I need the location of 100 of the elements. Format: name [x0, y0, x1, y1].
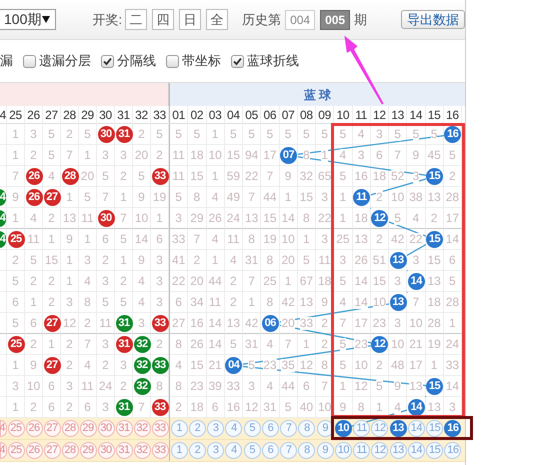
table-cell: 6 [175, 296, 182, 308]
checkbox-box[interactable] [101, 54, 114, 68]
checkbox[interactable]: 带坐标 [166, 51, 221, 71]
table-cell: 6 [376, 148, 383, 162]
table-cell: 3 [138, 316, 145, 330]
table-cell: 1 [84, 148, 91, 162]
table-cell: 13 [427, 400, 441, 414]
table-cell: 8 [248, 232, 255, 246]
column-header: 14 [407, 106, 426, 124]
table-cell: 6 [156, 232, 163, 246]
table-cell: 2 [376, 232, 383, 246]
table-cell: 18 [318, 274, 332, 288]
table-cell: 3 [120, 148, 127, 162]
table-cell: 1 [340, 380, 346, 392]
table-cell: 4 [212, 232, 218, 246]
table-cell: 9 [30, 358, 37, 372]
table-cell: 1 [212, 128, 218, 140]
day-button[interactable]: 日 [179, 9, 202, 30]
table-cell: 3 [358, 148, 364, 162]
table-cell: 2 [48, 296, 55, 308]
table-cell: 24 [98, 380, 112, 392]
table-cell: 1 [12, 128, 19, 140]
table-cell: 2 [120, 170, 127, 182]
table-cell: 7 [412, 296, 420, 308]
table-cell: 2 [30, 274, 37, 288]
table-cell: 1 [376, 400, 383, 414]
table-cell: 2 [12, 254, 19, 266]
table-cell: 3 [412, 254, 420, 266]
checkbox[interactable]: 蓝球折线 [231, 51, 299, 71]
day-button[interactable]: 全 [206, 9, 228, 30]
option-label: 漏 [0, 52, 13, 70]
table-cell: 13 [62, 212, 76, 224]
table-cell: 2 [175, 400, 182, 414]
table-cell: 8 [266, 254, 274, 266]
table-cell: 39 [208, 380, 222, 392]
table-cell: 32 [300, 170, 314, 182]
table-cell: 14 [354, 274, 368, 288]
table-cell: 14 [446, 232, 460, 246]
table-cell: 52 [390, 170, 404, 182]
table-cell: 7 [84, 338, 91, 350]
table-cell: 1 [66, 274, 73, 288]
table-cell: 5 [84, 190, 91, 204]
export-button[interactable]: 导出数据 [401, 10, 465, 29]
day-button[interactable]: 四 [152, 9, 174, 30]
period-dropdown[interactable]: 100期 [0, 9, 56, 30]
table-cell: 17 [263, 148, 277, 162]
period-button[interactable]: 004 [285, 10, 316, 30]
table-cell: 19 [263, 232, 277, 246]
table-cell: 13 [409, 380, 423, 392]
table-cell: 2 [66, 128, 73, 140]
table-cell: 2 [84, 316, 91, 330]
table-cell: 3 [394, 274, 401, 288]
table-cell: 45 [427, 148, 441, 162]
table-cell: 4 [266, 380, 274, 392]
table-cell: 2 [66, 400, 73, 414]
table-cell: 3 [340, 254, 346, 266]
checkbox-box[interactable] [23, 54, 36, 68]
checkbox-box[interactable] [166, 54, 179, 68]
checkbox-box[interactable] [231, 54, 244, 68]
table-cell: 49 [226, 190, 240, 204]
table-cell: 21 [208, 358, 222, 372]
table-cell: 10 [390, 190, 404, 204]
day-button[interactable]: 二 [125, 9, 148, 30]
period-button[interactable]: 005 [320, 10, 350, 30]
table-cell: 5 [284, 128, 292, 140]
table-cell: 5 [340, 274, 346, 288]
table-cell: 6 [12, 296, 19, 308]
table-cell: 13 [427, 274, 441, 288]
table-cell: 2 [230, 296, 237, 308]
table-cell: 7 [66, 148, 73, 162]
table-cell: 8 [175, 380, 182, 392]
table-cell: 2 [48, 212, 55, 224]
table-cell: 9 [138, 190, 145, 204]
table-cell: 28 [427, 316, 441, 330]
table-cell: 29 [190, 212, 204, 224]
table-cell: 15 [372, 274, 386, 288]
table-cell: 20 [190, 274, 204, 288]
table-cell: 2 [30, 400, 37, 414]
table-cell: 33 [172, 232, 186, 246]
table-cell: 2 [321, 338, 328, 350]
table-cell: 9 [412, 148, 420, 162]
table-cell: 6 [48, 380, 55, 392]
table-cell: 1 [248, 296, 255, 308]
table-cell: 9 [12, 190, 19, 204]
table-cell: 11 [172, 170, 185, 182]
table-cell: 16 [226, 400, 240, 414]
table-cell: 6 [84, 400, 91, 414]
table-cell: 4 [48, 170, 55, 182]
table-cell: 11 [208, 296, 222, 308]
table-cell: 9 [321, 296, 328, 308]
table-cell: 11 [81, 212, 94, 224]
checkbox[interactable]: 分隔线 [101, 51, 156, 71]
table-cell: 2 [230, 274, 237, 288]
table-cell: 41 [172, 254, 186, 266]
table-cell: 35 [281, 358, 295, 372]
table-cell: 3 [394, 316, 401, 330]
table-cell: 5 [12, 274, 19, 288]
checkbox[interactable]: 遗漏分层 [23, 51, 91, 71]
table-cell: 23 [372, 316, 386, 330]
table-cell: 15 [190, 170, 204, 182]
